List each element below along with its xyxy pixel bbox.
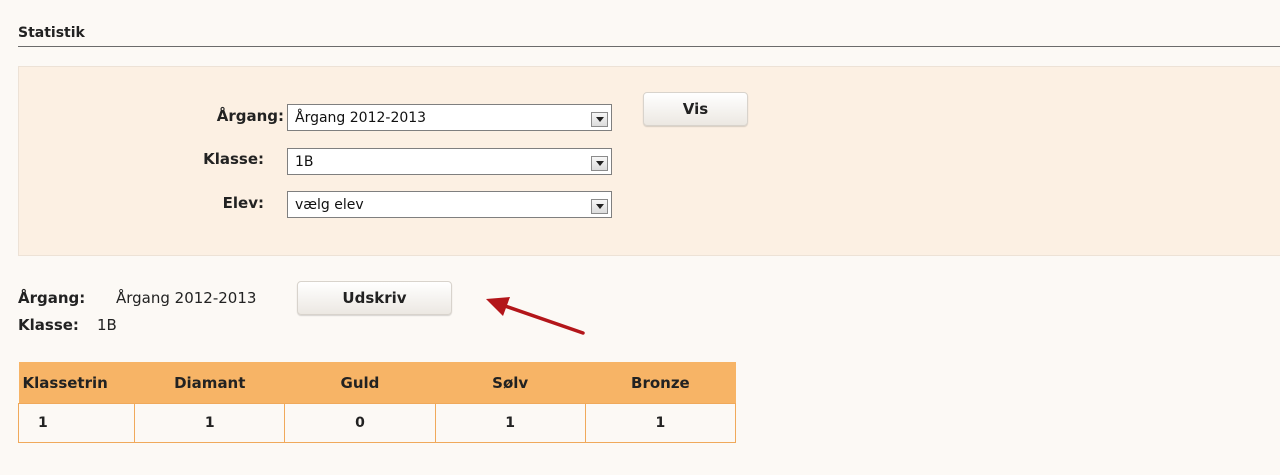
summary-argang-value: Årgang 2012-2013 <box>116 289 257 307</box>
chevron-down-icon[interactable] <box>591 156 608 171</box>
page-title: Statistik <box>18 25 85 41</box>
table-row: 1 1 0 1 1 <box>17 403 737 443</box>
table-cell: 1 <box>134 403 286 443</box>
argang-select-value: Årgang 2012-2013 <box>295 110 427 126</box>
table-cell: 0 <box>284 403 436 443</box>
summary-klasse-label: Klasse: <box>18 316 79 334</box>
chevron-down-icon[interactable] <box>591 199 608 214</box>
table-cell: 1 <box>17 403 136 443</box>
elev-select-value: vælg elev <box>295 197 364 213</box>
summary-argang-label: Årgang: <box>18 289 86 307</box>
elev-select[interactable]: vælg elev <box>287 191 612 218</box>
klasse-label: Klasse: <box>203 150 264 168</box>
table-cell: 1 <box>584 403 737 443</box>
klasse-select[interactable]: 1B <box>287 148 612 175</box>
statistics-table: Klassetrin Diamant Guld Sølv Bronze 1 1 … <box>17 362 737 443</box>
klasse-select-value: 1B <box>295 154 314 170</box>
elev-label: Elev: <box>222 194 264 212</box>
chevron-down-icon[interactable] <box>591 112 608 127</box>
annotation-arrow-icon <box>486 297 585 335</box>
table-header-row: Klassetrin Diamant Guld Sølv Bronze <box>18 362 736 404</box>
column-header: Guld <box>284 362 436 404</box>
column-header: Diamant <box>134 362 285 404</box>
vis-button[interactable]: Vis <box>643 92 748 126</box>
summary-klasse-value: 1B <box>97 316 117 334</box>
argang-label: Årgang: <box>216 107 284 125</box>
column-header: Sølv <box>435 362 586 404</box>
table-cell: 1 <box>434 403 586 443</box>
argang-select[interactable]: Årgang 2012-2013 <box>287 104 612 131</box>
column-header: Bronze <box>585 362 736 404</box>
print-button[interactable]: Udskriv <box>297 281 452 315</box>
filter-panel: Årgang: Årgang 2012-2013 Klasse: 1B Elev… <box>18 66 1280 256</box>
column-header: Klassetrin <box>18 362 135 404</box>
title-divider <box>18 46 1280 47</box>
